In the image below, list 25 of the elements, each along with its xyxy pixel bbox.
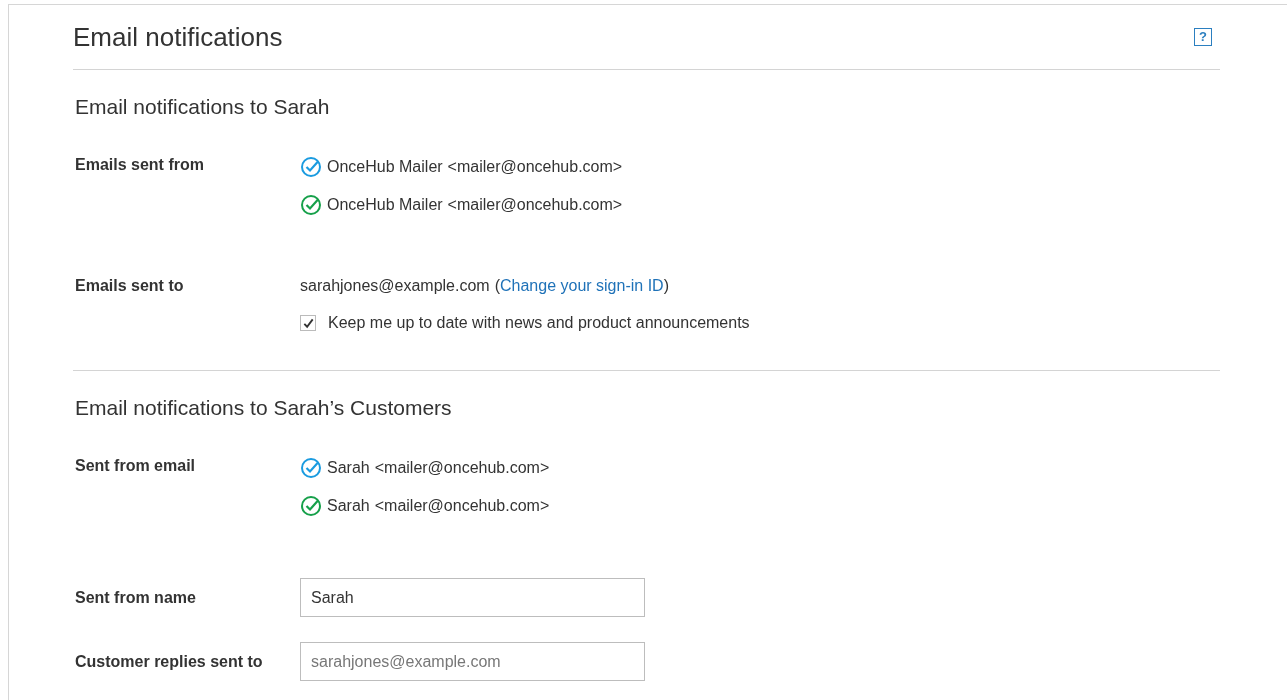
help-button[interactable]: ? — [1194, 28, 1212, 46]
section-title: Email notifications to Sarah’s Customers — [75, 396, 453, 420]
section-title: Email notifications to Sarah — [75, 95, 331, 119]
field-label: Sent from name — [75, 588, 197, 607]
email-address: sarahjones@example.com — [300, 277, 490, 294]
sender-address: <mailer@oncehub.com> — [447, 158, 623, 176]
page-title: Email notifications — [73, 21, 283, 53]
change-sign-in-link[interactable]: Change your sign-in ID — [500, 277, 664, 294]
sender-name: OnceHub Mailer — [327, 158, 443, 176]
field-label: Customer replies sent to — [75, 652, 264, 671]
sender-name: Sarah — [327, 497, 370, 515]
parenthesis: ( — [494, 277, 500, 294]
sender-address: <mailer@oncehub.com> — [374, 497, 550, 515]
field-label: Emails sent from — [75, 156, 205, 175]
field-label: Sent from email — [75, 457, 197, 476]
sender-address: <mailer@oncehub.com> — [374, 459, 550, 477]
parenthesis: ) — [663, 277, 669, 294]
sender-name: OnceHub Mailer — [327, 196, 443, 214]
checkbox-label: Keep me up to date with news and product announcements — [328, 314, 750, 332]
input-field[interactable]: sarahjones@example.com — [300, 642, 645, 681]
input-field[interactable]: Sarah — [300, 578, 645, 617]
sender-name: Sarah — [327, 459, 370, 477]
field-label: Emails sent to — [75, 277, 185, 296]
checkbox[interactable] — [300, 315, 316, 331]
sender-address: <mailer@oncehub.com> — [447, 196, 623, 214]
